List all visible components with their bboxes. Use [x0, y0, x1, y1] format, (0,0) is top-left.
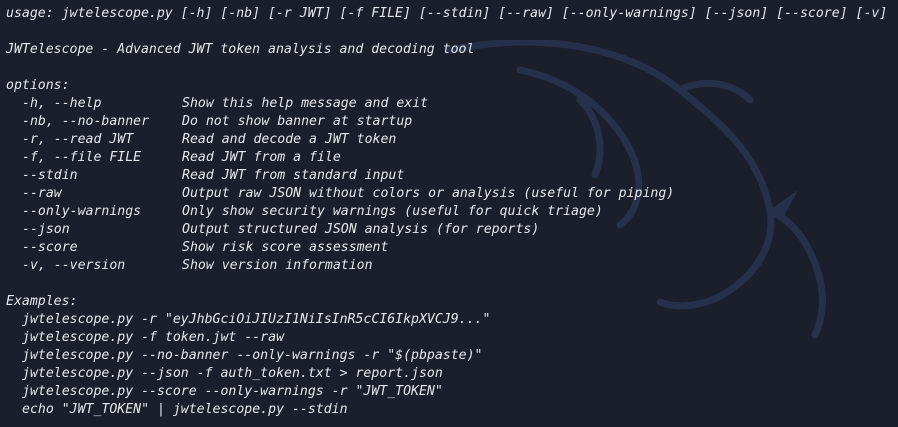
- option-flag: -v, --version: [22, 258, 126, 273]
- example-line: jwtelescope.py --no-banner --only-warnin…: [22, 348, 483, 363]
- option-desc: Show risk score assessment: [182, 240, 389, 255]
- option-desc: Show version information: [182, 258, 373, 273]
- option-row-no-banner: -nb, --no-banner Do not show banner at s…: [6, 113, 898, 131]
- option-desc: Output raw JSON without colors or analys…: [182, 186, 675, 201]
- option-flag: --only-warnings: [22, 204, 142, 219]
- option-desc: Do not show banner at startup: [182, 114, 413, 129]
- option-flag: -nb, --no-banner: [22, 114, 150, 129]
- option-row-json: --json Output structured JSON analysis (…: [6, 221, 898, 239]
- option-row-stdin: --stdin Read JWT from standard input: [6, 167, 898, 185]
- description-line: JWTelescope - Advanced JWT token analysi…: [6, 42, 475, 57]
- option-desc: Show this help message and exit: [182, 96, 429, 111]
- terminal-output: usage: jwtelescope.py [-h] [-nb] [-r JWT…: [6, 5, 898, 419]
- option-row-only-warnings: --only-warnings Only show security warni…: [6, 203, 898, 221]
- option-flag: -f, --file FILE: [22, 150, 142, 165]
- example-line: jwtelescope.py -r "eyJhbGciOiJIUzI1NiIsI…: [22, 312, 491, 327]
- example-line: jwtelescope.py -f token.jwt --raw: [22, 330, 285, 345]
- option-flag: -h, --help: [22, 96, 102, 111]
- option-flag: -r, --read JWT: [22, 132, 134, 147]
- option-desc: Only show security warnings (useful for …: [182, 204, 603, 219]
- example-line: jwtelescope.py --score --only-warnings -…: [22, 384, 443, 399]
- usage-line: usage: jwtelescope.py [-h] [-nb] [-r JWT…: [6, 6, 888, 21]
- option-row-read: -r, --read JWT Read and decode a JWT tok…: [6, 131, 898, 149]
- option-row-version: -v, --version Show version information: [6, 257, 898, 275]
- terminal-window[interactable]: usage: jwtelescope.py [-h] [-nb] [-r JWT…: [0, 0, 898, 427]
- option-desc: Read JWT from a file: [182, 150, 341, 165]
- option-row-file: -f, --file FILE Read JWT from a file: [6, 149, 898, 167]
- option-row-raw: --raw Output raw JSON without colors or …: [6, 185, 898, 203]
- option-desc: Output structured JSON analysis (for rep…: [182, 222, 540, 237]
- option-flag: --stdin: [22, 168, 78, 183]
- option-row-score: --score Show risk score assessment: [6, 239, 898, 257]
- option-row-help: -h, --help Show this help message and ex…: [6, 95, 898, 113]
- option-flag: --raw: [22, 186, 62, 201]
- examples-header: Examples:: [6, 294, 78, 309]
- option-desc: Read JWT from standard input: [182, 168, 405, 183]
- example-line: jwtelescope.py --json -f auth_token.txt …: [22, 366, 443, 381]
- options-header: options:: [6, 78, 70, 93]
- option-desc: Read and decode a JWT token: [182, 132, 397, 147]
- option-flag: --score: [22, 240, 78, 255]
- example-line: echo "JWT_TOKEN" | jwtelescope.py --stdi…: [22, 402, 348, 417]
- option-flag: --json: [22, 222, 70, 237]
